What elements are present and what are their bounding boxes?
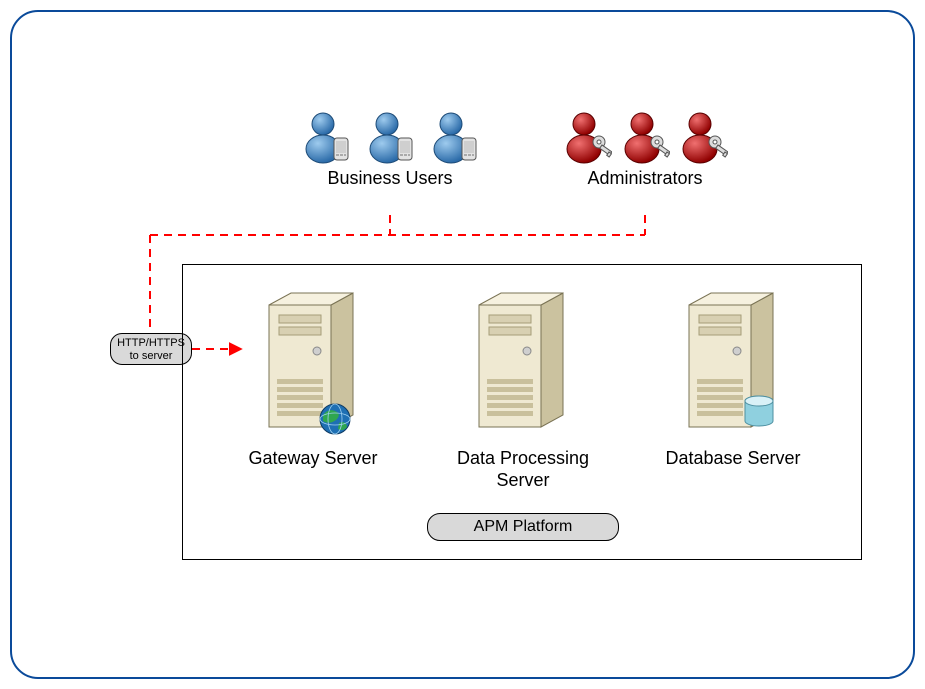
gateway-server-label: Gateway Server: [223, 448, 403, 470]
data-processing-server-node: Data Processing Server: [433, 287, 613, 491]
database-server-node: Database Server: [643, 287, 823, 470]
platform-title-pill: APM Platform: [427, 513, 619, 541]
user-mobile-icon: [429, 108, 479, 164]
database-server-label: Database Server: [643, 448, 823, 470]
protocol-line1: HTTP/HTTPS: [117, 337, 185, 349]
user-key-icon: [562, 108, 612, 164]
business-users-label: Business Users: [290, 168, 490, 189]
gateway-server-node: Gateway Server: [223, 287, 403, 470]
user-key-icon: [620, 108, 670, 164]
business-users-group: Business Users: [290, 108, 490, 189]
server-tower-icon: [263, 287, 363, 437]
protocol-label: HTTP/HTTPS to server: [110, 333, 192, 365]
user-mobile-icon: [301, 108, 351, 164]
user-mobile-icon: [365, 108, 415, 164]
administrators-label: Administrators: [560, 168, 730, 189]
protocol-line2: to server: [130, 350, 173, 362]
administrators-group: Administrators: [560, 108, 730, 189]
user-key-icon: [678, 108, 728, 164]
data-processing-server-label: Data Processing Server: [433, 448, 613, 491]
server-tower-icon: [683, 287, 783, 437]
server-tower-icon: [473, 287, 573, 437]
apm-platform-box: Gateway Server Data Processing Server Da…: [182, 264, 862, 560]
